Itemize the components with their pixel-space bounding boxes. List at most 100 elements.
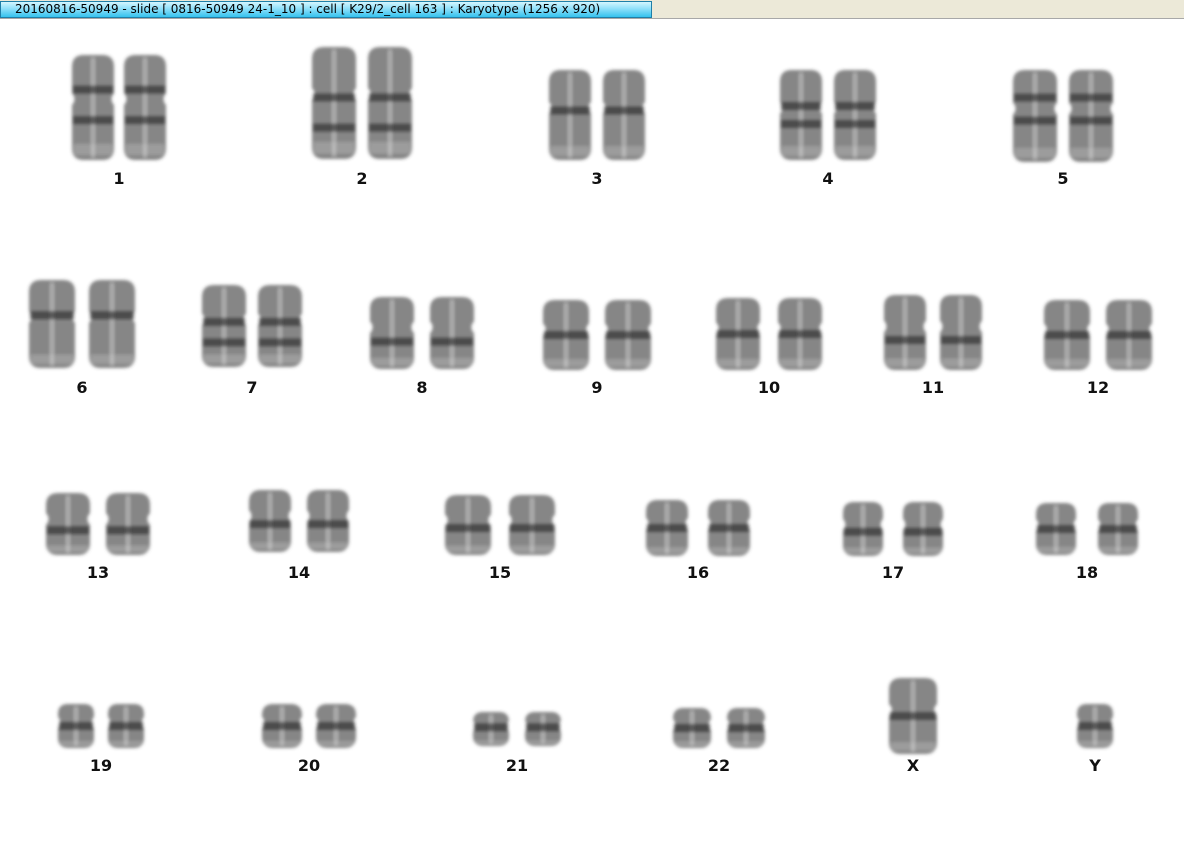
chromosome-1-homolog-2[interactable] [124, 55, 166, 160]
chromosome-16-homolog-2[interactable] [708, 500, 750, 556]
chromosome-19-homolog-1[interactable] [58, 704, 94, 748]
karyotype-window: 20160816-50949 - slide [ 0816-50949 24-1… [0, 0, 1184, 866]
chromosome-pair-11[interactable] [878, 289, 988, 376]
chromosome-17-homolog-1[interactable] [843, 502, 883, 556]
chromosome-image-6 [29, 280, 135, 368]
chromosome-8-homolog-2[interactable] [430, 297, 474, 369]
chromosome-15-homolog-1[interactable] [445, 495, 491, 555]
chromosome-X-homolog-1[interactable] [889, 678, 937, 754]
chromosome-image-8 [370, 297, 474, 369]
chromosome-pair-6[interactable] [23, 274, 141, 374]
chromosome-image-9 [543, 300, 651, 370]
chromosome-pair-14[interactable] [243, 484, 355, 558]
chromosome-21-homolog-2[interactable] [525, 712, 561, 746]
chromosome-20-homolog-1[interactable] [262, 704, 302, 748]
chromosome-pair-19[interactable] [52, 698, 150, 754]
chromosome-image-4 [780, 70, 876, 160]
chromosome-label: 1 [113, 169, 125, 188]
chromosome-1-homolog-1[interactable] [72, 55, 114, 160]
chromosome-22-homolog-2[interactable] [727, 708, 765, 748]
chromosome-label: 8 [416, 378, 428, 397]
chromosome-6-homolog-1[interactable] [29, 280, 75, 368]
chromosome-pair-10[interactable] [710, 292, 828, 376]
chromosome-7-homolog-1[interactable] [202, 285, 246, 367]
chromosome-17-homolog-2[interactable] [903, 502, 943, 556]
chromosome-2-homolog-1[interactable] [312, 47, 356, 159]
chromosome-image-19 [58, 704, 144, 748]
chromosome-pair-13[interactable] [40, 487, 156, 561]
chromosome-pair-18[interactable] [1030, 497, 1144, 561]
chromosome-12-homolog-2[interactable] [1106, 300, 1152, 370]
chromosome-label: 16 [686, 563, 710, 582]
chromosome-15-homolog-2[interactable] [509, 495, 555, 555]
chromosome-pair-3[interactable] [543, 64, 651, 166]
chromosome-18-homolog-1[interactable] [1036, 503, 1076, 555]
chromosome-10-homolog-2[interactable] [778, 298, 822, 370]
chromosome-20-homolog-2[interactable] [316, 704, 356, 748]
chromosome-Y-homolog-1[interactable] [1077, 704, 1113, 748]
chromosome-label: 11 [921, 378, 945, 397]
chromosome-label: 13 [86, 563, 110, 582]
chromosome-pair-5[interactable] [1007, 64, 1119, 168]
chromosome-label: 7 [246, 378, 258, 397]
chromosome-6-homolog-2[interactable] [89, 280, 135, 368]
chromosome-pair-1[interactable] [66, 49, 172, 166]
chromosome-8-homolog-1[interactable] [370, 297, 414, 369]
chromosome-label: 10 [757, 378, 781, 397]
chromosome-label: 5 [1057, 169, 1069, 188]
chromosome-pair-8[interactable] [364, 291, 480, 375]
chromosome-label: 21 [505, 756, 529, 775]
chromosome-pair-4[interactable] [774, 64, 882, 166]
chromosome-9-homolog-2[interactable] [605, 300, 651, 370]
chromosome-label: 17 [881, 563, 905, 582]
chromosome-image-12 [1044, 300, 1152, 370]
chromosome-10-homolog-1[interactable] [716, 298, 760, 370]
chromosome-image-x [889, 678, 937, 754]
chromosome-image-13 [46, 493, 150, 555]
chromosome-13-homolog-2[interactable] [106, 493, 150, 555]
chromosome-3-homolog-1[interactable] [549, 70, 591, 160]
chromosome-pair-9[interactable] [537, 294, 657, 376]
chromosome-label: 6 [76, 378, 88, 397]
chromosome-14-homolog-1[interactable] [249, 490, 291, 552]
chromosome-image-7 [202, 285, 302, 367]
chromosome-pair-16[interactable] [640, 494, 756, 562]
chromosome-18-homolog-2[interactable] [1098, 503, 1138, 555]
chromosome-pair-17[interactable] [837, 496, 949, 562]
chromosome-14-homolog-2[interactable] [307, 490, 349, 552]
karyogram-area: 1 2 3 4 5 6 7 8 9 10 11 12 13 14 15 16 17 18 19 20 21 22 X Y [0, 19, 1184, 866]
chromosome-9-homolog-1[interactable] [543, 300, 589, 370]
chromosome-pair-15[interactable] [439, 489, 561, 561]
chromosome-11-homolog-1[interactable] [884, 295, 926, 370]
chromosome-19-homolog-2[interactable] [108, 704, 144, 748]
chromosome-5-homolog-1[interactable] [1013, 70, 1057, 162]
chromosome-pair-20[interactable] [256, 698, 362, 754]
chromosome-image-1 [72, 55, 166, 160]
chromosome-image-10 [716, 298, 822, 370]
chromosome-pair-y[interactable] [1071, 698, 1119, 754]
chromosome-16-homolog-1[interactable] [646, 500, 688, 556]
chromosome-pair-22[interactable] [667, 702, 771, 754]
chromosome-4-homolog-2[interactable] [834, 70, 876, 160]
chromosome-label: Y [1089, 756, 1101, 775]
chromosome-image-11 [884, 295, 982, 370]
chromosome-11-homolog-2[interactable] [940, 295, 982, 370]
chromosome-image-17 [843, 502, 943, 556]
chromosome-2-homolog-2[interactable] [368, 47, 412, 159]
chromosome-label: 9 [591, 378, 603, 397]
chromosome-5-homolog-2[interactable] [1069, 70, 1113, 162]
chromosome-7-homolog-2[interactable] [258, 285, 302, 367]
chromosome-21-homolog-1[interactable] [473, 712, 509, 746]
window-title[interactable]: 20160816-50949 - slide [ 0816-50949 24-1… [0, 1, 652, 18]
chromosome-pair-7[interactable] [196, 279, 308, 373]
chromosome-pair-x[interactable] [883, 672, 943, 760]
chromosome-pair-12[interactable] [1038, 294, 1158, 376]
chromosome-4-homolog-1[interactable] [780, 70, 822, 160]
chromosome-pair-21[interactable] [467, 706, 567, 752]
chromosome-3-homolog-2[interactable] [603, 70, 645, 160]
chromosome-pair-2[interactable] [306, 41, 418, 165]
chromosome-12-homolog-1[interactable] [1044, 300, 1090, 370]
chromosome-label: 14 [287, 563, 311, 582]
chromosome-22-homolog-1[interactable] [673, 708, 711, 748]
chromosome-13-homolog-1[interactable] [46, 493, 90, 555]
